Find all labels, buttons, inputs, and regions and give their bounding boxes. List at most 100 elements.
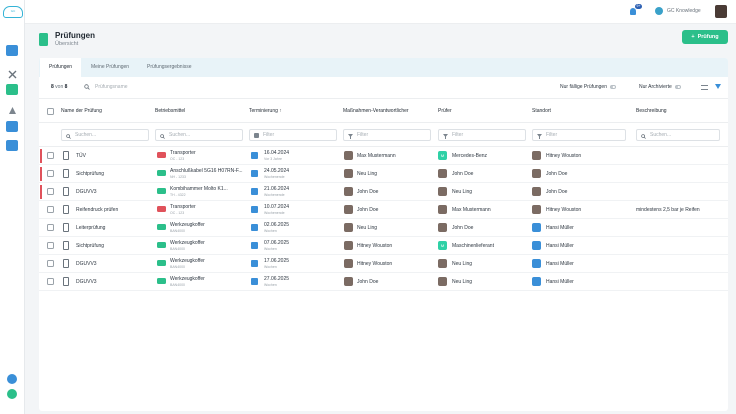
table-row[interactable]: DGUVV3 Werkzeugkoffer BAN4000 27.06.2025… xyxy=(39,273,728,291)
clipboard-icon xyxy=(63,205,69,214)
filter-icon xyxy=(537,133,542,139)
pruefung-name[interactable]: DGUVV3 xyxy=(76,261,97,267)
pruefung-name[interactable]: Leiterprüfung xyxy=(76,225,105,231)
toggle-switch[interactable] xyxy=(674,85,681,89)
search-input[interactable]: Prüfungsname xyxy=(84,84,128,90)
equipment-id: BAN4000 xyxy=(170,229,185,233)
main-card: Prüfungen Meine Prüfungen Prüfungsergebn… xyxy=(39,58,728,411)
avatar xyxy=(344,205,353,214)
table-header: Name der Prüfung Betriebsmittel Terminie… xyxy=(39,99,728,123)
date-filter-input[interactable]: Filter xyxy=(249,129,337,141)
col-standort[interactable]: Standort xyxy=(532,108,551,114)
calendar-icon xyxy=(251,260,258,267)
clipboard-icon xyxy=(63,241,69,250)
expand-sidebar-icon[interactable] xyxy=(7,389,17,399)
equipment-name[interactable]: Transporter xyxy=(170,150,196,156)
pruefung-name[interactable]: Sichtprüfung xyxy=(76,243,104,249)
knowledge-link[interactable]: GC Knowledge xyxy=(667,8,701,14)
col-name[interactable]: Name der Prüfung xyxy=(61,108,102,114)
tester-filter-input[interactable]: Filter xyxy=(438,129,526,141)
equipment-name[interactable]: Werkzeugkoffer xyxy=(170,276,205,282)
filter-row: Suchen... Suchen... Filter Filter Filter… xyxy=(39,123,728,147)
col-verantwortlicher[interactable]: Maßnahmen-Verantwortlicher xyxy=(343,108,409,114)
briefcase-icon[interactable] xyxy=(6,45,18,56)
location-name: John Doe xyxy=(546,189,568,195)
col-betriebsmittel[interactable]: Betriebsmittel xyxy=(155,108,185,114)
user-avatar[interactable] xyxy=(715,5,727,18)
filter-icon[interactable] xyxy=(715,84,721,89)
bell-icon[interactable] xyxy=(630,8,636,15)
row-checkbox[interactable] xyxy=(47,206,54,213)
equipment-name[interactable]: Werkzeugkoffer xyxy=(170,222,205,228)
clipboard-icon xyxy=(63,277,69,286)
table-row[interactable]: Leiterprüfung Werkzeugkoffer BAN4000 02.… xyxy=(39,219,728,237)
tab-meine-pruefungen[interactable]: Meine Prüfungen xyxy=(91,58,129,77)
add-pruefung-button[interactable]: + Prüfung xyxy=(682,30,728,44)
row-checkbox[interactable] xyxy=(47,278,54,285)
tools-icon[interactable] xyxy=(8,66,17,79)
due-date-relative: Wochen xyxy=(264,247,277,251)
pruefung-name[interactable]: DGUVV3 xyxy=(76,189,97,195)
document-icon[interactable] xyxy=(6,121,18,132)
cloud-icon[interactable] xyxy=(6,140,18,151)
avatar xyxy=(438,187,447,196)
toggle-due-only[interactable]: Nur fällige Prüfungen xyxy=(560,84,616,90)
table-row[interactable]: TÜV Transporter OC - 123 16.04.2024 Vor … xyxy=(39,147,728,165)
pruefung-name[interactable]: DGUVV3 xyxy=(76,279,97,285)
row-checkbox[interactable] xyxy=(47,242,54,249)
equipment-name[interactable]: Werkzeugkoffer xyxy=(170,240,205,246)
row-checkbox[interactable] xyxy=(47,224,54,231)
table-row[interactable]: Sichtprüfung Anschlußkabel 5G16 H07RN-F.… xyxy=(39,165,728,183)
pruefung-name[interactable]: Reifendruck prüfen xyxy=(76,207,118,213)
warning-icon[interactable] xyxy=(8,102,17,114)
app-logo[interactable]: GC xyxy=(3,6,23,18)
equipment-icon xyxy=(157,224,166,230)
equipment-name[interactable]: Werkzeugkoffer xyxy=(170,258,205,264)
clipboard-icon[interactable] xyxy=(6,84,18,95)
equipment-name[interactable]: Transporter xyxy=(170,204,196,210)
avatar xyxy=(532,205,541,214)
table-row[interactable]: Reifendruck prüfen Transporter OC - 123 … xyxy=(39,201,728,219)
vehicle-icon xyxy=(532,277,541,286)
toggle-archived-only[interactable]: Nur Archivierte xyxy=(639,84,681,90)
toolbar: 8 von 8 Prüfungsname Nur fällige Prüfung… xyxy=(39,77,728,99)
tab-pruefungen[interactable]: Prüfungen xyxy=(40,58,82,77)
table-row[interactable]: DGUVV3 Werkzeugkoffer BAN4000 17.06.2025… xyxy=(39,255,728,273)
table-row[interactable]: DGUVV3 Kombihammer Molto K1... TH - 4322… xyxy=(39,183,728,201)
pruefung-name[interactable]: Sichtprüfung xyxy=(76,171,104,177)
col-pruefer[interactable]: Prüfer xyxy=(438,108,452,114)
equipment-search-input[interactable]: Suchen... xyxy=(155,129,243,141)
tab-pruefungsergebnisse[interactable]: Prüfungsergebnisse xyxy=(147,58,191,77)
calendar-icon xyxy=(251,152,258,159)
equipment-icon xyxy=(157,170,166,176)
equipment-name[interactable]: Anschlußkabel 5G16 H07RN-F... xyxy=(170,168,243,174)
clipboard-icon xyxy=(63,259,69,268)
row-checkbox[interactable] xyxy=(47,188,54,195)
vehicle-icon xyxy=(532,223,541,232)
col-terminierung[interactable]: Terminierung ↑ xyxy=(249,108,282,114)
plus-icon: + xyxy=(691,34,695,40)
sidebar: GC xyxy=(0,0,25,414)
calendar-icon xyxy=(251,206,258,213)
columns-icon[interactable] xyxy=(701,85,708,90)
location-filter-input[interactable]: Filter xyxy=(532,129,626,141)
row-checkbox[interactable] xyxy=(47,152,54,159)
row-checkbox[interactable] xyxy=(47,260,54,267)
avatar xyxy=(344,241,353,250)
toggle-switch[interactable] xyxy=(609,85,616,89)
topbar: 9+ GC Knowledge xyxy=(25,0,736,24)
equipment-name[interactable]: Kombihammer Molto K1... xyxy=(170,186,228,192)
knowledge-icon[interactable] xyxy=(655,7,663,15)
settings-icon[interactable] xyxy=(7,374,17,384)
name-search-input[interactable]: Suchen... xyxy=(61,129,149,141)
equipment-id: TH - 4322 xyxy=(170,193,186,197)
responsible-filter-input[interactable]: Filter xyxy=(343,129,431,141)
col-beschreibung[interactable]: Beschreibung xyxy=(636,108,667,114)
pruefung-name[interactable]: TÜV xyxy=(76,153,86,159)
select-all-checkbox[interactable] xyxy=(47,108,54,115)
search-icon xyxy=(160,133,165,139)
description-search-input[interactable]: Suchen... xyxy=(636,129,720,141)
row-checkbox[interactable] xyxy=(47,170,54,177)
table-row[interactable]: Sichtprüfung Werkzeugkoffer BAN4000 07.0… xyxy=(39,237,728,255)
calendar-icon xyxy=(251,170,258,177)
